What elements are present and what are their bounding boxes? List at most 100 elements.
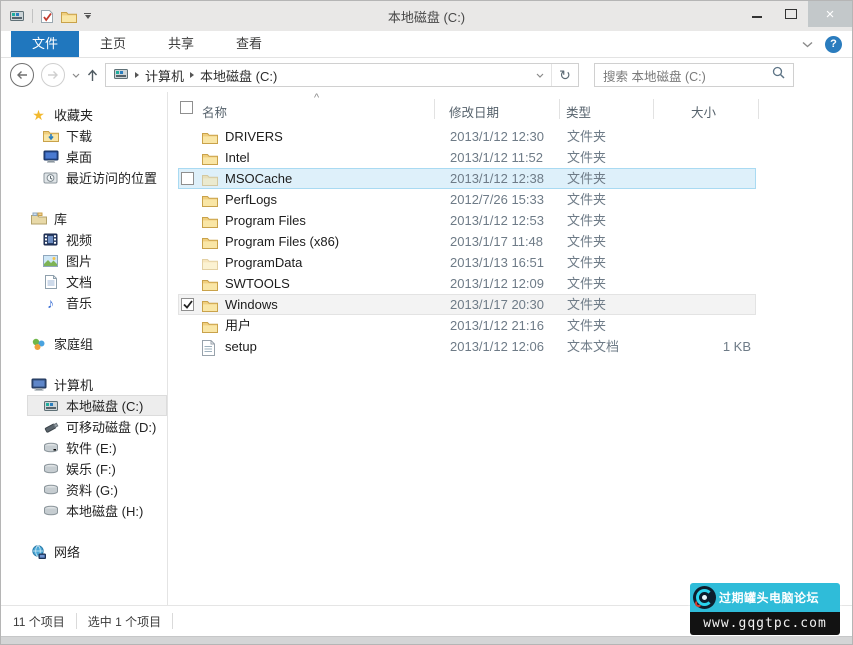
navigation-bar: 计算机 本地磁盘 (C:) ↻ 搜索 本地磁盘 (C:)	[1, 58, 852, 92]
sidebar-label: 本地磁盘 (H:)	[66, 501, 143, 520]
search-icon[interactable]	[772, 66, 785, 84]
sidebar-label: 娱乐 (F:)	[66, 459, 116, 478]
select-all-checkbox[interactable]	[180, 101, 193, 114]
sidebar-item-recent-places[interactable]: 最近访问的位置	[27, 167, 167, 188]
file-type: 文本文档	[567, 337, 619, 356]
file-name: 用户	[225, 316, 251, 335]
column-divider[interactable]	[559, 99, 560, 119]
breadcrumb-item-local-disk-c[interactable]: 本地磁盘 (C:)	[200, 66, 277, 85]
column-divider[interactable]	[434, 99, 435, 119]
column-header-type[interactable]: 类型	[566, 102, 591, 121]
file-name: MSOCache	[225, 169, 292, 188]
file-row-program-files[interactable]: Program Files 2013/1/12 12:53 文件夹	[178, 210, 756, 231]
customize-toolbar-dropdown[interactable]	[84, 13, 91, 19]
file-name: DRIVERS	[225, 127, 283, 146]
sidebar-item-network[interactable]: 网络	[27, 541, 167, 562]
sidebar-item-libraries[interactable]: 库	[27, 208, 167, 229]
sidebar-item-drive-g[interactable]: 资料 (G:)	[27, 479, 167, 500]
row-checkbox-unchecked[interactable]	[181, 172, 194, 185]
sidebar-item-documents[interactable]: 文档	[27, 271, 167, 292]
file-type: 文件夹	[567, 232, 606, 251]
sidebar-item-favorites[interactable]: ★ 收藏夹	[27, 104, 167, 125]
maximize-button[interactable]	[774, 1, 808, 27]
file-row-setup[interactable]: setup 2013/1/12 12:06 文本文档 1 KB	[178, 336, 756, 357]
file-row-program-files-x86[interactable]: Program Files (x86) 2013/1/17 11:48 文件夹	[178, 231, 756, 252]
refresh-button[interactable]: ↻	[551, 64, 578, 86]
file-row-users[interactable]: 用户 2013/1/12 21:16 文件夹	[178, 315, 756, 336]
folder-icon	[202, 298, 219, 313]
file-row-programdata[interactable]: ProgramData 2013/1/13 16:51 文件夹	[178, 252, 756, 273]
sidebar-label: 计算机	[54, 375, 93, 394]
tab-view[interactable]: 查看	[215, 31, 283, 57]
sidebar-item-computer[interactable]: 计算机	[27, 374, 167, 395]
file-type: 文件夹	[567, 295, 606, 314]
folder-icon	[202, 130, 219, 145]
sidebar-item-drive-e[interactable]: 软件 (E:)	[27, 437, 167, 458]
recent-locations-dropdown[interactable]	[72, 73, 80, 78]
window-controls: ×	[740, 1, 852, 31]
music-note-icon: ♪	[42, 295, 59, 311]
file-row-perflogs[interactable]: PerfLogs 2012/7/26 15:33 文件夹	[178, 189, 756, 210]
sidebar-item-music[interactable]: ♪ 音乐	[27, 292, 167, 313]
sidebar-item-drive-f[interactable]: 娱乐 (F:)	[27, 458, 167, 479]
column-header-name[interactable]: 名称	[202, 102, 227, 121]
tab-file[interactable]: 文件	[11, 31, 79, 57]
file-type: 文件夹	[567, 127, 606, 146]
sidebar-item-videos[interactable]: 视频	[27, 229, 167, 250]
sidebar-item-pictures[interactable]: 图片	[27, 250, 167, 271]
file-row-swtools[interactable]: SWTOOLS 2013/1/12 12:09 文件夹	[178, 273, 756, 294]
row-checkbox-checked[interactable]	[181, 298, 194, 311]
tab-share[interactable]: 共享	[147, 31, 215, 57]
sidebar-item-downloads[interactable]: 下载	[27, 125, 167, 146]
file-row-intel[interactable]: Intel 2013/1/12 11:52 文件夹	[178, 147, 756, 168]
watermark-title: 过期罐头电脑论坛	[719, 589, 819, 606]
file-size: 1 KB	[723, 337, 751, 356]
main-area: ★ 收藏夹 下载 桌面 最近访问的位置	[1, 92, 852, 605]
sidebar-label: 音乐	[66, 293, 92, 312]
collapse-ribbon-icon[interactable]	[802, 41, 813, 48]
file-row-drivers[interactable]: DRIVERS 2013/1/12 12:30 文件夹	[178, 126, 756, 147]
local-disk-icon	[42, 398, 59, 414]
sidebar-label: 可移动磁盘 (D:)	[66, 417, 156, 436]
title-bar: 本地磁盘 (C:) ×	[1, 1, 852, 31]
search-box[interactable]: 搜索 本地磁盘 (C:)	[594, 63, 794, 87]
tab-home[interactable]: 主页	[79, 31, 147, 57]
pictures-image-icon	[42, 253, 59, 269]
sidebar-item-desktop[interactable]: 桌面	[27, 146, 167, 167]
address-dropdown-icon[interactable]	[529, 64, 551, 86]
sidebar-item-local-disk-c[interactable]: 本地磁盘 (C:)	[27, 395, 167, 416]
selected-count: 选中 1 个项目	[88, 613, 161, 630]
address-bar[interactable]: 计算机 本地磁盘 (C:) ↻	[105, 63, 579, 87]
help-icon[interactable]: ?	[825, 36, 842, 53]
folder-icon	[202, 151, 219, 166]
close-button[interactable]: ×	[808, 1, 852, 27]
file-date: 2013/1/12 12:30	[450, 127, 544, 146]
file-row-msocache[interactable]: MSOCache 2013/1/12 12:38 文件夹	[178, 168, 756, 189]
sidebar-item-removable-disk-d[interactable]: 可移动磁盘 (D:)	[27, 416, 167, 437]
sidebar-label: 收藏夹	[54, 105, 93, 124]
sidebar-label: 图片	[66, 251, 92, 270]
explorer-window: 本地磁盘 (C:) × 文件 主页 共享 查看 ?	[0, 0, 853, 645]
forward-button[interactable]	[41, 63, 65, 87]
videos-film-icon	[42, 232, 59, 248]
back-button[interactable]	[10, 63, 34, 87]
file-date: 2013/1/12 12:38	[450, 169, 544, 188]
column-header-date[interactable]: 修改日期	[449, 102, 499, 121]
up-button[interactable]	[87, 69, 98, 82]
sidebar-label: 家庭组	[54, 334, 93, 353]
column-divider[interactable]	[653, 99, 654, 119]
file-date: 2013/1/17 11:48	[450, 232, 543, 251]
file-type: 文件夹	[567, 253, 606, 272]
minimize-button[interactable]	[740, 1, 774, 27]
column-divider[interactable]	[758, 99, 759, 119]
properties-button[interactable]	[40, 9, 54, 24]
column-header-size[interactable]: 大小	[691, 102, 716, 121]
breadcrumb-item-computer[interactable]: 计算机	[145, 66, 184, 85]
status-divider	[172, 613, 173, 629]
file-row-windows[interactable]: Windows 2013/1/17 20:30 文件夹	[178, 294, 756, 315]
new-folder-button[interactable]	[61, 10, 77, 23]
desktop-monitor-icon	[42, 149, 59, 165]
sidebar-item-homegroup[interactable]: 家庭组	[27, 333, 167, 354]
sidebar-item-local-disk-h[interactable]: 本地磁盘 (H:)	[27, 500, 167, 521]
usb-drive-icon	[42, 419, 59, 435]
